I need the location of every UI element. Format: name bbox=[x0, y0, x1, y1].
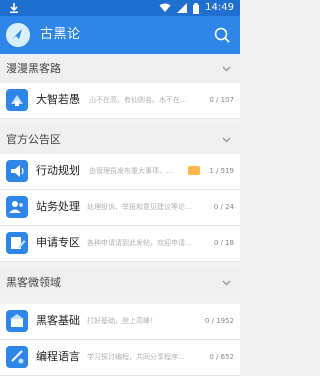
app-bar: 古黑论 bbox=[0, 16, 240, 54]
forum-desc: 由管理员发布重大事项、… bbox=[89, 167, 173, 175]
forum-count: 0 / 652 bbox=[209, 353, 234, 361]
forum-name: 黑客基础 bbox=[36, 314, 80, 327]
forum-row-3[interactable]: 站务处理 处理投诉、举报和意见建议等论… 0 / 24 bbox=[0, 190, 240, 226]
chevron-down-icon bbox=[222, 280, 231, 286]
new-badge bbox=[188, 166, 200, 175]
forum-name: 编程语言 bbox=[36, 350, 80, 363]
forum-desc: 学习探讨编程，共同分享程序… bbox=[87, 353, 185, 361]
section-title: 漫漫黑客路 bbox=[6, 62, 61, 75]
edit-icon bbox=[6, 232, 28, 254]
forum-row-6[interactable]: 编程语言 学习探讨编程，共同分享程序… 0 / 652 bbox=[0, 340, 240, 376]
forum-desc: 各种申请请到此发帖，欢迎申请… bbox=[87, 239, 192, 247]
building-icon bbox=[6, 310, 28, 332]
forum-row-2[interactable]: 行动规划 由管理员发布重大事项、… 1 / 519 bbox=[0, 154, 240, 190]
search-icon[interactable] bbox=[213, 26, 231, 44]
app-logo[interactable] bbox=[6, 23, 30, 47]
forum-desc: 打好基础，登上高峰！ bbox=[87, 317, 157, 325]
clock: 14:49 bbox=[205, 2, 234, 13]
megaphone-icon bbox=[6, 160, 28, 182]
forum-name: 行动规划 bbox=[36, 164, 80, 177]
forum-desc: 山不在高，有仙则名。水不在… bbox=[89, 96, 187, 104]
forum-row-1[interactable]: 大智若愚 山不在高，有仙则名。水不在… 0 / 107 bbox=[0, 83, 240, 119]
section-header-3[interactable]: 黑客微领域 bbox=[0, 268, 240, 297]
chevron-down-icon bbox=[222, 137, 231, 143]
system-icons: 14:49 bbox=[159, 2, 234, 14]
forum-name: 申请专区 bbox=[36, 236, 80, 249]
forum-count: 0 / 1952 bbox=[204, 317, 234, 325]
forum-count: 0 / 107 bbox=[209, 96, 234, 104]
signal-icon bbox=[177, 3, 188, 13]
forum-name: 站务处理 bbox=[36, 200, 80, 213]
status-bar: 14:49 bbox=[0, 0, 240, 16]
forum-row-4[interactable]: 申请专区 各种申请请到此发帖，欢迎申请… 0 / 18 bbox=[0, 226, 240, 262]
chevron-down-icon bbox=[222, 66, 231, 72]
section-header-2[interactable]: 官方公告区 bbox=[0, 125, 240, 154]
forum-row-5[interactable]: 黑客基础 打好基础，登上高峰！ 0 / 1952 bbox=[0, 304, 240, 340]
battery-icon bbox=[193, 2, 200, 14]
forum-name: 大智若愚 bbox=[36, 93, 80, 106]
forum-icon bbox=[6, 89, 28, 111]
code-icon bbox=[6, 346, 28, 368]
forum-count: 0 / 24 bbox=[213, 203, 234, 211]
wifi-icon bbox=[159, 3, 171, 12]
section-header-1[interactable]: 漫漫黑客路 bbox=[0, 54, 240, 83]
forum-count: 1 / 519 bbox=[209, 167, 234, 175]
users-icon bbox=[6, 196, 28, 218]
app-title: 古黑论 bbox=[40, 27, 81, 42]
section-title: 官方公告区 bbox=[6, 133, 61, 146]
forum-desc: 处理投诉、举报和意见建议等论… bbox=[87, 203, 192, 211]
download-icon bbox=[10, 3, 18, 13]
section-title: 黑客微领域 bbox=[6, 276, 61, 289]
forum-count: 0 / 18 bbox=[213, 239, 234, 247]
